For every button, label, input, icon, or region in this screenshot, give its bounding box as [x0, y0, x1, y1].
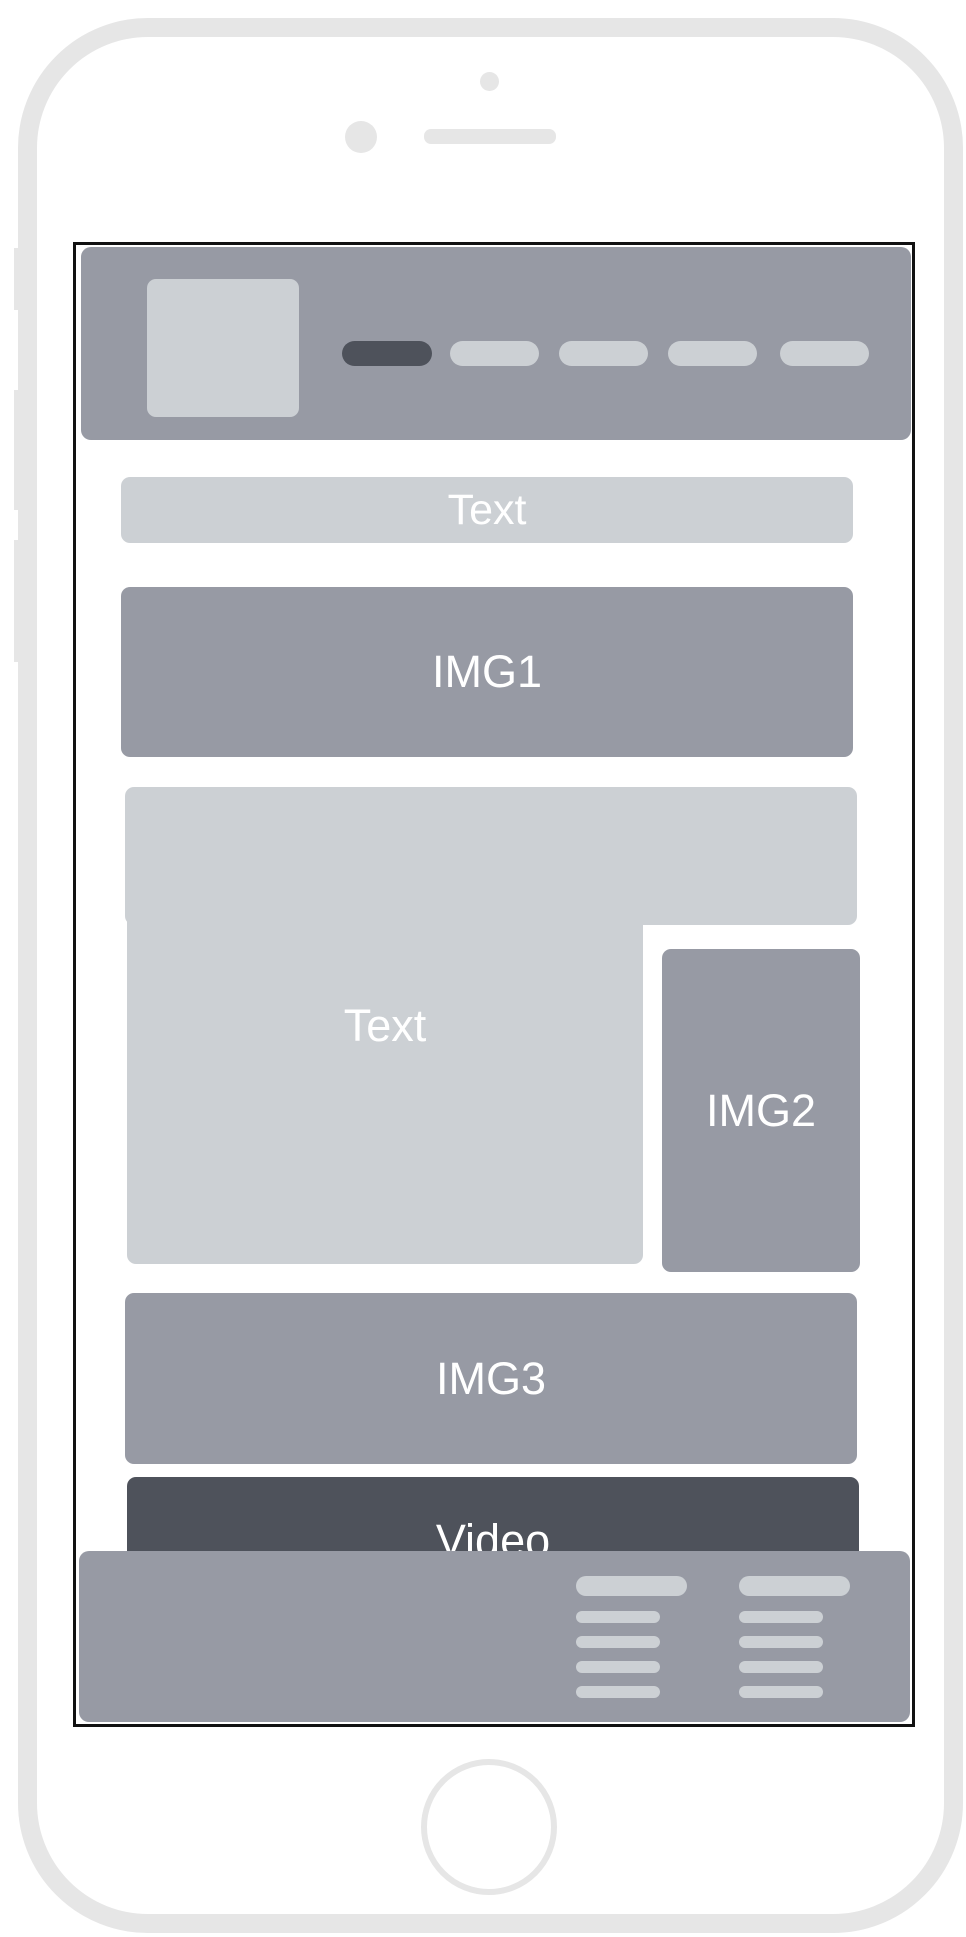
- volume-up-button: [14, 390, 19, 510]
- footer-col2-link[interactable]: [739, 1611, 823, 1623]
- footer-col1-link[interactable]: [576, 1636, 660, 1648]
- mute-switch: [14, 248, 19, 310]
- logo-placeholder: [147, 279, 299, 417]
- footer-col1-heading: [576, 1576, 687, 1596]
- nav-item-active[interactable]: [342, 341, 432, 366]
- home-button[interactable]: [421, 1759, 557, 1895]
- speaker-grille: [424, 129, 556, 144]
- nav-item-3[interactable]: [559, 341, 648, 366]
- volume-down-button: [14, 540, 19, 662]
- nav-item-2[interactable]: [450, 341, 539, 366]
- img2-placeholder: IMG2: [662, 949, 860, 1272]
- footer-col2-link[interactable]: [739, 1686, 823, 1698]
- footer-bar: [79, 1551, 910, 1722]
- header-bar: [81, 247, 911, 440]
- nav-item-4[interactable]: [668, 341, 757, 366]
- footer-col1-link[interactable]: [576, 1611, 660, 1623]
- top-text-block: Text: [121, 477, 853, 543]
- footer-col1-link[interactable]: [576, 1686, 660, 1698]
- phone-screen: Text IMG1 Text IMG2 IMG3 Video: [73, 242, 915, 1727]
- img3-placeholder: IMG3: [125, 1293, 857, 1464]
- footer-col2-heading: [739, 1576, 850, 1596]
- sensor-icon: [345, 121, 377, 153]
- body-text: Text: [343, 999, 427, 1051]
- nav-item-5[interactable]: [780, 341, 869, 366]
- footer-col2-link[interactable]: [739, 1661, 823, 1673]
- camera-icon: [480, 72, 499, 91]
- footer-col2-link[interactable]: [739, 1636, 823, 1648]
- footer-col1-link[interactable]: [576, 1661, 660, 1673]
- img1-placeholder: IMG1: [121, 587, 853, 757]
